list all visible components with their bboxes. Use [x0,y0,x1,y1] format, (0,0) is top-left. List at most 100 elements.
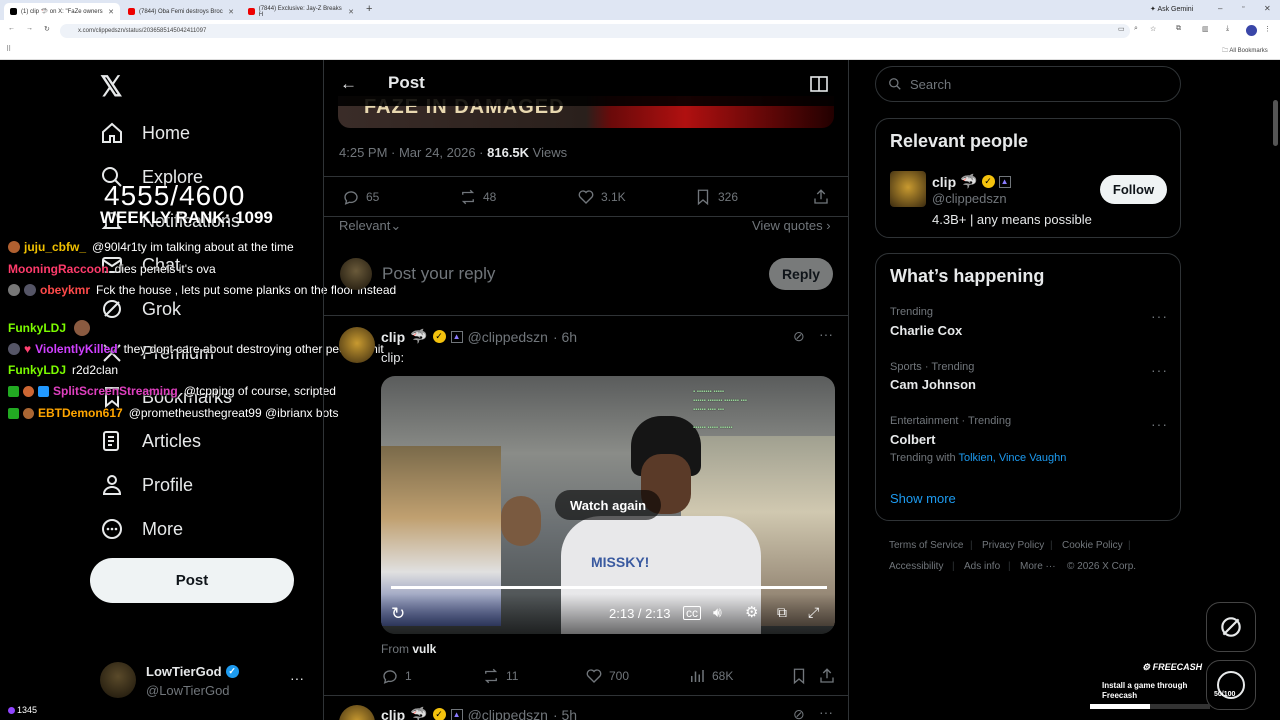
account-name[interactable]: LowTierGod ✓ [146,664,239,679]
nav-label: Profile [142,474,194,495]
reader-icon[interactable] [810,76,828,92]
repost-action[interactable]: 11 [482,667,518,685]
nav-more[interactable]: More [100,514,183,544]
video-progress-track[interactable] [391,586,827,589]
close-icon[interactable]: ✕ [108,8,114,16]
more-icon[interactable]: ··· [1151,308,1168,324]
bookmark-action[interactable]: 326 [694,188,738,206]
chat-badge-icon [38,385,49,397]
captions-icon[interactable]: cc [683,606,701,620]
like-action[interactable]: 3.1K [577,188,626,206]
trend-name[interactable]: Colbert [890,432,936,447]
person-name[interactable]: clip 🦈 ✓ ▲ [932,173,1011,190]
from-user-link[interactable]: vulk [412,642,436,656]
minimize-button[interactable]: – [1218,4,1222,13]
grok-icon[interactable]: ⊘ [793,328,805,345]
close-icon[interactable]: ✕ [348,8,354,16]
footer-privacy-link[interactable]: Privacy Policy [982,540,1044,551]
extensions-icon[interactable]: ⧉ [1176,25,1181,33]
video-chat-overlay: ▪ ▪▪▪▪▪▪▪ ▪▪▪▪▪ ▪▪▪▪▪▪ ▪▪▪▪▪▪▪ ▪▪▪▪▪▪▪ ▪▪… [693,389,747,431]
nav-home[interactable]: Home [100,118,190,148]
reply-button[interactable]: Reply [769,258,833,290]
trend-name[interactable]: Cam Johnson [890,377,976,392]
views-action[interactable]: 68K [688,667,733,685]
reply-action[interactable]: 1 [381,667,412,685]
card-title: What’s happening [890,266,1045,286]
more-icon[interactable]: ··· [819,326,833,342]
show-more-link[interactable]: Show more [890,491,956,506]
grok-floating-button[interactable] [1206,602,1256,652]
footer-accessibility-link[interactable]: Accessibility [889,561,943,572]
more-icon[interactable]: ··· [1151,362,1168,378]
heart-icon [586,669,602,683]
downloads-icon[interactable]: ⤓ [1226,25,1229,33]
sidebar-icon[interactable]: ▥ [1202,25,1209,33]
avatar[interactable] [339,705,375,720]
replay-icon[interactable]: ↻ [391,604,405,624]
share-action[interactable] [812,188,830,206]
footer-cookie-link[interactable]: Cookie Policy [1062,540,1123,551]
forward-icon[interactable]: → [26,25,33,32]
cast-icon[interactable]: ▭ [1118,25,1125,33]
avatar[interactable] [890,171,926,207]
close-icon[interactable]: ✕ [228,8,234,16]
more-icon[interactable]: ··· [819,704,833,720]
browser-tab-active[interactable]: (1) clip 🦈 on X: "FaZe owners ✕ [4,3,120,20]
browser-tab[interactable]: (7844) Exclusive: Jay-Z Breaks H ✕ [242,3,360,20]
reload-icon[interactable]: ↻ [44,25,50,33]
reply-input[interactable]: Post your reply [382,264,495,284]
all-bookmarks-button[interactable]: 🗀 All Bookmarks [1222,46,1268,56]
avatar[interactable] [100,662,136,698]
browser-tab[interactable]: (7844) Oba Femi destroys Broc ✕ [122,3,240,20]
repost-action[interactable]: 48 [459,188,496,206]
ad-progress-count: 50/100 [1214,691,1236,698]
account-more-icon[interactable]: ··· [290,670,304,686]
nav-grok[interactable]: Grok [100,294,181,324]
footer-more-link[interactable]: More ··· [1020,561,1056,572]
more-icon[interactable]: ··· [1151,416,1168,432]
volume-icon[interactable]: 🔊︎ [713,604,722,621]
pip-icon[interactable]: ⧉ [777,604,787,621]
scrollbar-thumb[interactable] [1273,100,1278,146]
follow-button[interactable]: Follow [1100,175,1167,204]
fullscreen-icon[interactable]: ⤢ [808,604,819,621]
post-button[interactable]: Post [90,558,294,603]
sort-dropdown[interactable]: Relevant⌄ [339,218,401,234]
maximize-button[interactable]: ▫ [1242,4,1244,11]
watch-again-button[interactable]: Watch again [555,490,661,520]
x-logo-icon[interactable]: 𝕏 [100,70,123,103]
window-close-button[interactable]: ✕ [1264,4,1271,13]
nav-articles[interactable]: Articles [100,426,201,456]
back-arrow-icon[interactable]: ← [340,74,357,94]
zoom-icon[interactable]: ⌕ [1134,25,1138,33]
trend-name[interactable]: Charlie Cox [890,323,962,338]
reply-action[interactable]: 65 [342,188,379,206]
video-player[interactable]: MISSKY! ▪ ▪▪▪▪▪▪▪ ▪▪▪▪▪ ▪▪▪▪▪▪ ▪▪▪▪▪▪▪ ▪▪… [381,376,835,634]
trending-with-links[interactable]: Tolkien, Vince Vaughn [958,452,1066,464]
like-action[interactable]: 700 [585,667,629,685]
menu-icon[interactable]: ⋮ [1264,25,1271,33]
footer-terms-link[interactable]: Terms of Service [889,540,963,551]
star-icon[interactable]: ☆ [1150,25,1156,33]
apps-icon[interactable]: ⠿ [6,45,11,53]
share-action[interactable] [818,667,836,685]
tab-title: (7844) Exclusive: Jay-Z Breaks H [258,5,342,18]
url-field[interactable]: x.com/clippedszn/status/2036585145042411… [60,24,1130,38]
url-text: x.com/clippedszn/status/2036585145042411… [78,28,207,34]
nav-profile[interactable]: Profile [100,470,193,500]
bookmark-action[interactable] [790,667,808,685]
search-input[interactable]: Search [875,66,1181,102]
back-icon[interactable]: ← [8,25,15,32]
post-author[interactable]: clip 🦈 ✓ ▲ @clippedszn · 6h [381,328,577,345]
settings-gear-icon[interactable]: ⚙ [745,603,758,621]
post-author[interactable]: clip 🦈 ✓ ▲ @clippedszn · 5h [381,706,577,720]
avatar[interactable] [1246,25,1257,36]
grok-icon[interactable]: ⊘ [793,706,805,720]
footer-ads-link[interactable]: Ads info [964,561,1000,572]
avatar[interactable] [339,327,375,363]
video-progress-fill [391,586,827,589]
ask-gemini-button[interactable]: ✦ Ask Gemini [1150,5,1193,13]
view-quotes-link[interactable]: View quotes › [752,218,831,233]
messages-floating-button[interactable] [1206,660,1256,710]
new-tab-button[interactable]: + [366,3,372,15]
